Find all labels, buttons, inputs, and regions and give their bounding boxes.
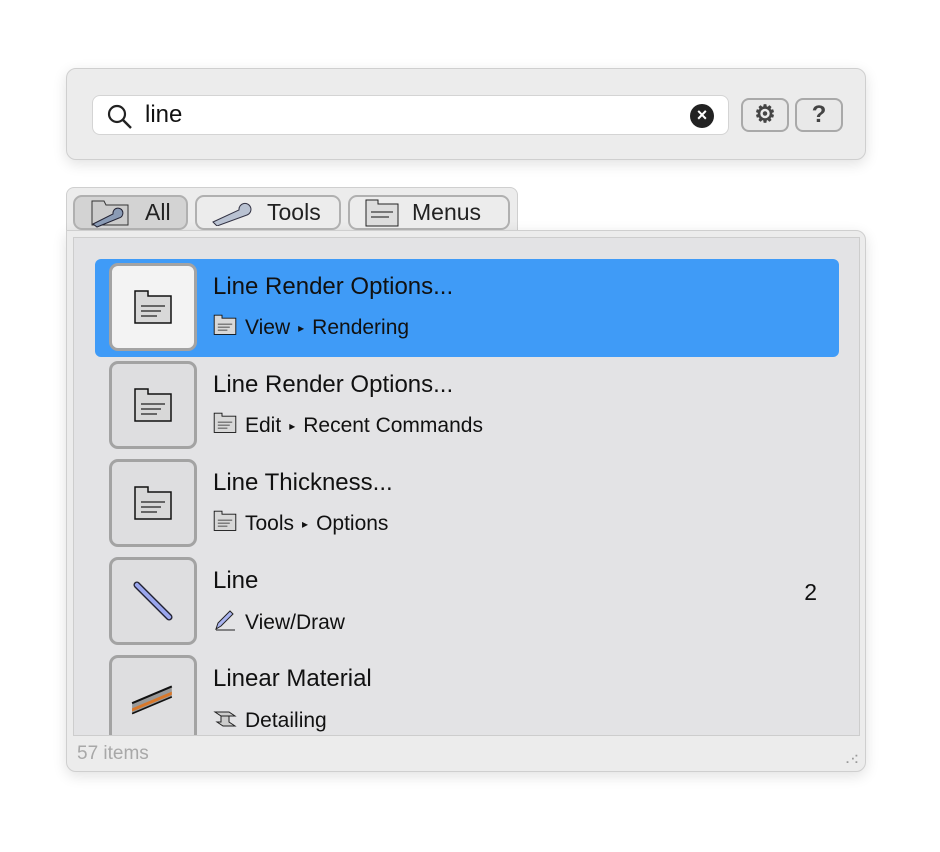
tab-label: All	[145, 199, 171, 225]
beam-icon	[213, 706, 237, 735]
result-path: View ▸ Rendering	[213, 314, 409, 342]
result-row[interactable]: Linear Material Detailing	[95, 651, 839, 735]
tab-menus[interactable]: Menus	[348, 195, 510, 230]
path-segment: Options	[316, 511, 389, 535]
item-count: 57 items	[77, 743, 149, 764]
search-panel: × ⚙ ?	[66, 68, 866, 160]
path-segment: Tools	[245, 511, 295, 535]
result-title: Linear Material	[213, 665, 372, 692]
line-tool-icon	[109, 557, 197, 645]
menu-folder-icon	[213, 412, 237, 440]
shortcut-key: 2	[804, 579, 817, 605]
tab-all[interactable]: All	[73, 195, 188, 230]
menu-folder-icon	[365, 199, 399, 226]
clear-search-button[interactable]: ×	[690, 104, 714, 128]
menu-folder-icon	[213, 510, 237, 538]
help-button[interactable]: ?	[795, 98, 843, 132]
settings-button[interactable]: ⚙	[741, 98, 789, 132]
path-segment: Edit	[245, 413, 282, 437]
result-row[interactable]: Line Thickness... Tools ▸ Options	[95, 455, 839, 553]
path-separator: ▸	[302, 516, 309, 531]
linear-material-icon	[109, 655, 197, 735]
result-path: Edit ▸ Recent Commands	[213, 412, 483, 440]
result-path: Detailing	[213, 706, 327, 735]
gear-icon: ⚙	[754, 101, 776, 128]
path-separator: ▸	[289, 418, 296, 433]
result-title: Line Thickness...	[213, 469, 393, 496]
pencil-icon	[213, 608, 237, 638]
result-title: Line Render Options...	[213, 273, 454, 300]
tab-label: Menus	[412, 199, 482, 225]
folder-wrench-icon	[91, 200, 129, 228]
menu-folder-icon	[213, 314, 237, 342]
results-panel: Line Render Options... View ▸ Rendering Li…	[66, 230, 866, 772]
menu-folder-icon	[109, 361, 197, 449]
menu-folder-icon	[109, 263, 197, 351]
search-field[interactable]: ×	[92, 95, 729, 135]
resize-grip[interactable]: ⠠⠪	[841, 753, 859, 767]
result-title: Line	[213, 567, 259, 594]
path-segment: View/Draw	[245, 611, 345, 634]
menu-folder-icon	[109, 459, 197, 547]
path-separator: ▸	[298, 320, 305, 335]
path-segment: View	[245, 315, 291, 339]
result-row[interactable]: Line Render Options... View ▸ Rendering	[95, 259, 839, 357]
result-path: View/Draw	[213, 608, 345, 638]
path-segment: Rendering	[312, 315, 410, 339]
wrench-icon	[212, 202, 252, 226]
result-path: Tools ▸ Options	[213, 510, 388, 538]
tab-label: Tools	[267, 199, 321, 225]
tab-tools[interactable]: Tools	[195, 195, 341, 230]
result-row[interactable]: Line Render Options... Edit ▸ Recent Comma…	[95, 357, 839, 455]
results-list[interactable]: Line Render Options... View ▸ Rendering Li…	[73, 237, 860, 736]
result-row[interactable]: Line View/Draw 2	[95, 553, 839, 651]
path-segment: Recent Commands	[303, 413, 483, 437]
search-icon	[107, 104, 132, 129]
result-title: Line Render Options...	[213, 371, 454, 398]
path-segment: Detailing	[245, 709, 327, 732]
search-input[interactable]	[145, 100, 665, 130]
